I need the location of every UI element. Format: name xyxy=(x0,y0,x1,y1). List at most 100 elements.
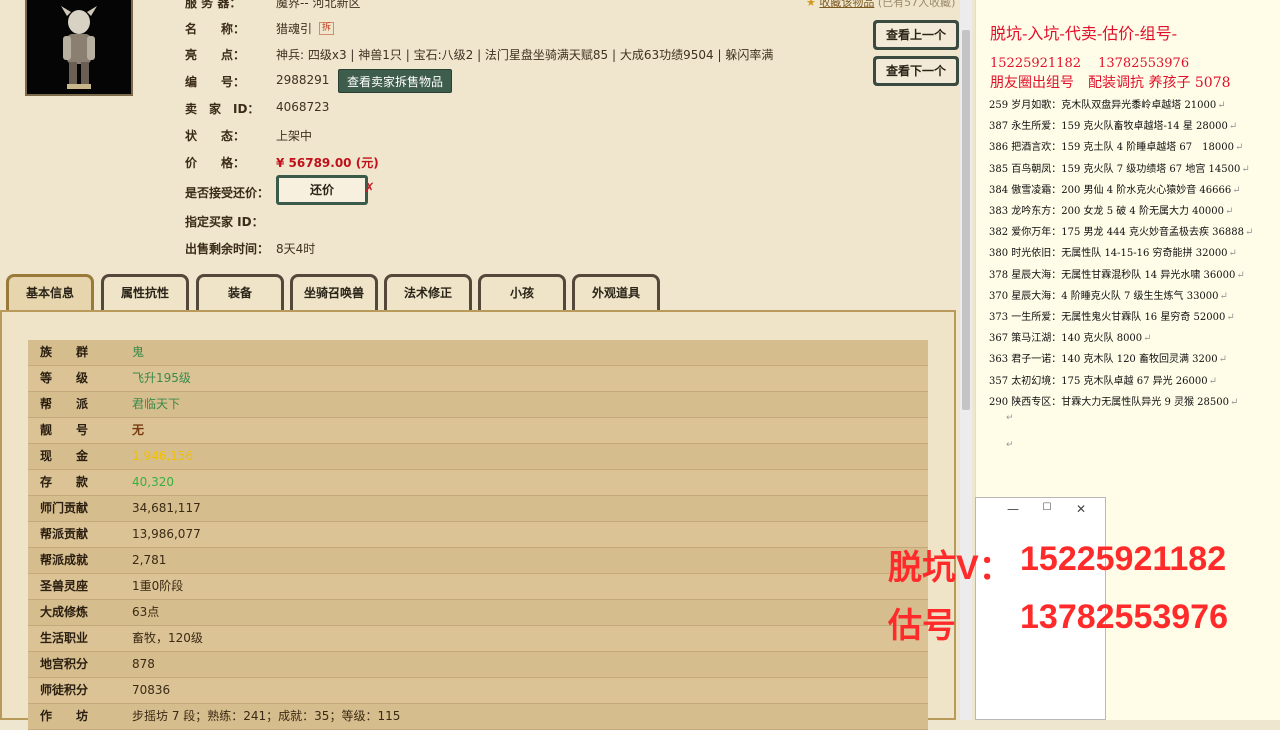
attr-value: 63点 xyxy=(132,605,160,619)
close-icon[interactable]: ✕ xyxy=(1071,502,1091,516)
list-item: 380 时光依旧：无属性队 14-15-16 穷奇能拼 32000 xyxy=(989,244,1237,259)
favorite-link[interactable]: ★ 收藏该物品 (已有57人收藏) xyxy=(806,0,955,10)
attr-label: 族 群 xyxy=(40,345,89,359)
character-avatar xyxy=(25,0,133,96)
attr-value: 70836 xyxy=(132,683,171,697)
empty-line-mark: ↵ xyxy=(1006,440,1014,450)
list-item: 385 百鸟朝凤：159 克火队 7 级功绩塔 67 地宫 14500 xyxy=(989,160,1250,175)
list-item: 290 陕西专区：甘霖大力无属性队异光 9 灵猴 28500 xyxy=(989,393,1238,408)
scroll-thumb[interactable] xyxy=(962,30,970,410)
table-row: 师徒积分 70836 xyxy=(28,678,928,704)
prev-item-button[interactable]: 查看上一个 xyxy=(873,20,959,50)
table-row: 存 款 40,320 xyxy=(28,470,928,496)
next-item-button[interactable]: 查看下一个 xyxy=(873,56,959,86)
tab-1[interactable]: 属性抗性 xyxy=(101,274,189,310)
tab-2[interactable]: 装备 xyxy=(196,274,284,310)
list-item: 363 君子一诺：140 克木队 120 畜牧回灵满 3200 xyxy=(989,350,1227,365)
field-value: ¥ 56789.00 (元) xyxy=(276,156,379,170)
field-value: 8天4时 xyxy=(276,242,316,256)
table-row: 族 群鬼 xyxy=(28,340,928,366)
table-row: 等 级 飞升195级 xyxy=(28,366,928,392)
list-item: 259 岁月如歌：克木队双盘异光黍岭卓越塔 21000 xyxy=(989,96,1226,111)
field-value: 神兵: 四级x3 | 神兽1只 | 宝石:八级2 | 法门星盘坐骑满天赋85 |… xyxy=(276,48,774,62)
watermark-label-1: 脱坑V： xyxy=(888,549,1013,587)
table-row: 圣兽灵座 1重0阶段 xyxy=(28,574,928,600)
table-row: 作 坊 步摇坊 7 段；熟练：241；成就：35；等级：115 xyxy=(28,704,928,730)
list-item: 386 把酒言欢：159 克土队 4 阶睡卓越塔 67 18000 xyxy=(989,138,1243,153)
favorite-label: 收藏该物品 xyxy=(819,0,875,9)
attr-value: 34,681,117 xyxy=(132,501,201,515)
table-row: 帮派成就 2,781 xyxy=(28,548,928,574)
tab-0[interactable]: 基本信息 xyxy=(6,274,94,310)
field-value: 4068723 xyxy=(276,100,330,114)
list-item: 382 爱你万年：175 男龙 444 克火妙音孟极去疾 36888 xyxy=(989,223,1253,238)
watermark-label-2: 估号 xyxy=(888,607,956,645)
table-row: 靓 号无 xyxy=(28,418,928,444)
attr-label: 师徒积分 xyxy=(40,683,89,697)
attr-value: 2,781 xyxy=(132,553,167,567)
table-row: 帮派贡献 13,986,077 xyxy=(28,522,928,548)
attr-value: 君临天下 xyxy=(132,397,181,411)
list-item: 384 傲雪凌霜：200 男仙 4 阶水克火心猿妙音 46666 xyxy=(989,181,1241,196)
table-row: 地宫积分 878 xyxy=(28,652,928,678)
notes-phone-numbers: 15225921182 13782553976 xyxy=(990,56,1190,71)
bargain-disabled-icon: ✗ xyxy=(364,181,375,196)
field-label: 出售剩余时间： xyxy=(185,242,270,256)
attr-label: 大成修炼 xyxy=(40,605,89,619)
tab-bar: 基本信息 属性抗性 装备 坐骑召唤兽 法术修正 小孩 外观道具 xyxy=(0,268,960,312)
attr-value: 畜牧，120级 xyxy=(132,631,203,645)
field-label: 卖 家 ID： xyxy=(185,102,260,116)
field-value: 上架中 xyxy=(276,129,313,143)
view-seller-items-button[interactable]: 查看卖家拆售物品 xyxy=(338,69,453,93)
list-item: 383 龙吟东方：200 女龙 5 破 4 阶无属大力 40000 xyxy=(989,202,1233,217)
field-label: 亮 点： xyxy=(185,48,246,62)
table-row: 现 金 1,946,156 xyxy=(28,444,928,470)
field-label: 状 态： xyxy=(185,129,246,143)
notes-title: 脱坑-入坑-代卖-估价-组号- xyxy=(990,24,1178,43)
attr-value: 878 xyxy=(132,657,155,671)
character-figure-icon xyxy=(61,6,97,89)
bargain-button[interactable]: 还价 xyxy=(276,175,368,205)
attr-value: 鬼 xyxy=(132,345,145,359)
attr-value: 1重0阶段 xyxy=(132,579,184,593)
list-item: 370 星辰大海：4 阶睡克火队 7 级生生炼气 33000 xyxy=(989,287,1228,302)
item-detail-panel: 服 务 器： 魔界-- 河北新区 ★ 收藏该物品 (已有57人收藏) 名 称： 猎… xyxy=(0,0,960,268)
minimize-icon[interactable]: — xyxy=(1003,502,1023,516)
favorite-count: (已有57人收藏) xyxy=(877,0,956,9)
list-item: 367 策马江湖：140 克火队 8000 xyxy=(989,329,1152,344)
maximize-icon[interactable]: ☐ xyxy=(1037,502,1057,513)
page-scrollbar[interactable] xyxy=(960,0,972,720)
field-label: 编 号： xyxy=(185,75,246,89)
server-value: 魔界-- 河北新区 xyxy=(276,0,361,10)
tab-3[interactable]: 坐骑召唤兽 xyxy=(290,274,378,310)
watermark-number-2: 13782553976 xyxy=(1020,598,1229,636)
attr-value: 40,320 xyxy=(132,475,174,489)
tab-4[interactable]: 法术修正 xyxy=(384,274,472,310)
server-label: 服 务 器： xyxy=(185,0,242,10)
attr-label: 作 坊 xyxy=(40,709,89,723)
list-item: 357 太初幻境：175 克木队卓越 67 异光 26000 xyxy=(989,372,1217,387)
window-controls: — ☐ ✕ xyxy=(995,498,1105,522)
attr-label: 圣兽灵座 xyxy=(40,579,89,593)
attribute-table: 族 群 鬼等 级 飞升195级帮 派 君临天下靓 号 无现 金 1,946,156 存 款 4… xyxy=(28,340,928,730)
field-value: 猎魂引 xyxy=(276,22,313,36)
attr-label: 存 款 xyxy=(40,475,89,489)
attr-value: 无 xyxy=(132,423,145,437)
table-row: 生活职业 畜牧，120级 xyxy=(28,626,928,652)
attr-value: 1,946,156 xyxy=(132,449,194,463)
field-label: 指定买家 ID： xyxy=(185,215,264,229)
basic-info-content: 族 群 鬼等 级 飞升195级帮 派 君临天下靓 号 无现 金 1,946,156 存 款 4… xyxy=(0,310,956,730)
attr-value: 13,986,077 xyxy=(132,527,201,541)
attr-label: 现 金 xyxy=(40,449,89,463)
split-tag: 拆 xyxy=(319,22,335,35)
field-label: 名 称： xyxy=(185,22,246,36)
attr-value: 飞升195级 xyxy=(132,371,191,385)
tab-5[interactable]: 小孩 xyxy=(478,274,566,310)
field-value: 2988291 xyxy=(276,73,330,87)
attr-label: 等 级 xyxy=(40,371,89,385)
tab-6[interactable]: 外观道具 xyxy=(572,274,660,310)
attr-label: 帮 派 xyxy=(40,397,89,411)
next-item-label: 查看下一个 xyxy=(876,59,956,83)
list-item: 387 永生所爱：159 克火队畜牧卓越塔-14 星 28000 xyxy=(989,117,1237,132)
list-item: 378 星辰大海：无属性甘霖混秒队 14 异光水啸 36000 xyxy=(989,266,1245,281)
